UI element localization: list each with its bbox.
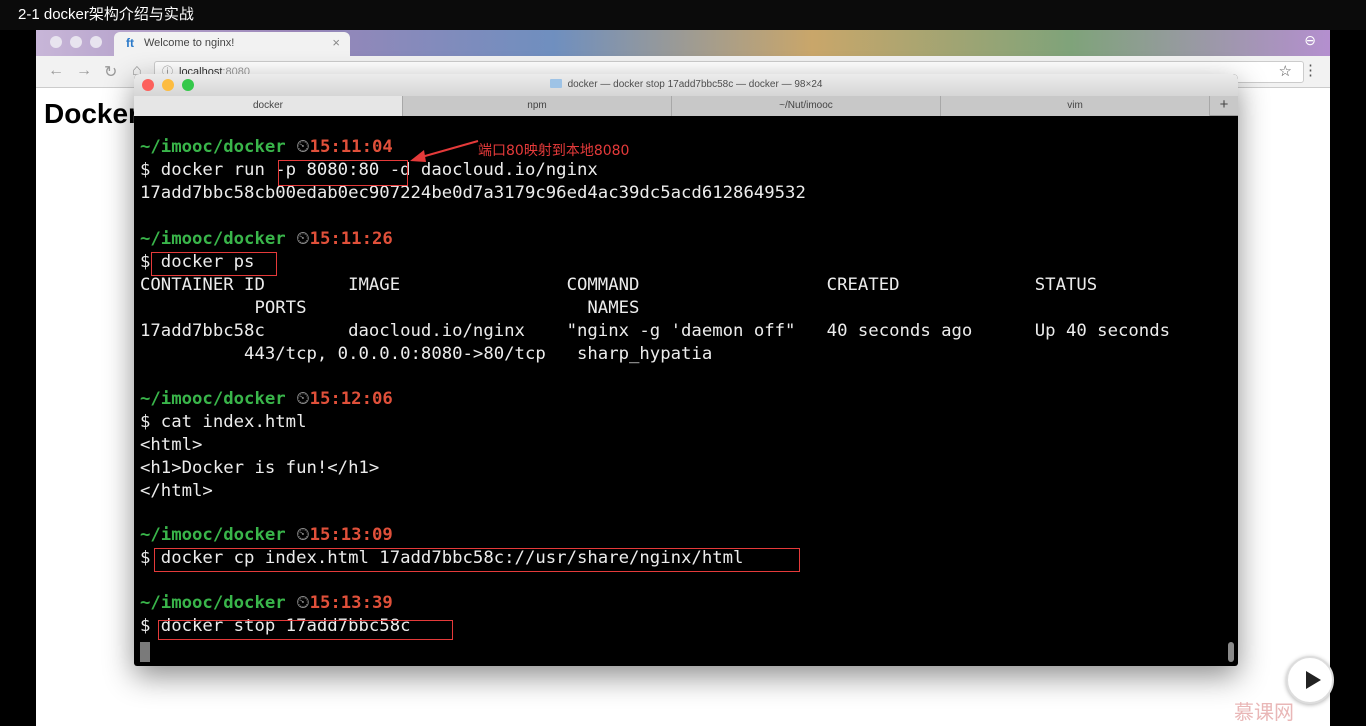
prompt-path: ~/imooc/docker — [140, 229, 286, 249]
output-line: 17add7bbc58cb00edab0ec907224be0d7a3179c9… — [140, 183, 806, 203]
prompt-time: 15:12:06 — [309, 389, 393, 409]
page-heading: Docker — [44, 98, 139, 129]
prompt-path: ~/imooc/docker — [140, 389, 286, 409]
watermark-logo: 慕课网 — [1234, 700, 1294, 724]
reload-icon[interactable]: ↻ — [104, 62, 117, 82]
more-menu-icon[interactable]: ⋮ — [1303, 61, 1318, 79]
clock-icon: ⏲ — [296, 525, 310, 545]
prompt-line: ~/imooc/docker ⏲15:11:04 — [140, 136, 393, 159]
terminal-tab-vim[interactable]: vim — [941, 96, 1210, 116]
prompt-line: ~/imooc/docker ⏲15:13:39 — [140, 592, 393, 615]
clock-icon: ⏲ — [296, 229, 310, 249]
output-line: CONTAINER ID IMAGE COMMAND CREATED STATU… — [140, 275, 1098, 295]
output-line: PORTS NAMES — [140, 298, 640, 318]
terminal-tab-imooc[interactable]: ~/Nut/imooc — [672, 96, 941, 116]
window-minimize-button[interactable] — [70, 36, 82, 48]
prompt-path: ~/imooc/docker — [140, 593, 286, 613]
add-tab-button[interactable]: + — [1210, 96, 1238, 115]
output-line: </html> — [140, 481, 213, 501]
clock-icon: ⏲ — [296, 137, 310, 157]
terminal-minimize-button[interactable] — [162, 79, 174, 91]
docker-stop-highlight-box — [158, 620, 453, 640]
prompt-time: 15:13:09 — [309, 525, 393, 545]
terminal-window[interactable]: docker — docker stop 17add7bbc58c — dock… — [134, 74, 1238, 666]
close-icon[interactable]: × — [332, 32, 340, 54]
window-zoom-button[interactable] — [90, 36, 102, 48]
prompt-line: ~/imooc/docker ⏲15:12:06 — [140, 388, 393, 411]
favicon-icon: ft — [126, 36, 134, 50]
clock-icon: ⏲ — [296, 389, 310, 409]
video-title: 2-1 docker架构介绍与实战 — [0, 0, 1366, 30]
prompt-path: ~/imooc/docker — [140, 137, 286, 157]
browser-tab[interactable]: ft Welcome to nginx! × — [114, 32, 350, 56]
docker-ps-highlight-box — [151, 252, 277, 276]
window-close-button[interactable] — [50, 36, 62, 48]
clock-icon: ⏲ — [296, 593, 310, 613]
prompt-line: ~/imooc/docker ⏲15:13:09 — [140, 524, 393, 547]
command-line: $ cat index.html — [140, 412, 307, 432]
output-line: 443/tcp, 0.0.0.0:8080->80/tcp sharp_hypa… — [140, 344, 713, 364]
back-icon[interactable]: ← — [48, 62, 64, 80]
prompt-path: ~/imooc/docker — [140, 525, 286, 545]
port-highlight-box — [278, 160, 408, 186]
prompt-time: 15:11:04 — [309, 137, 393, 157]
prompt-time: 15:11:26 — [309, 229, 393, 249]
output-line: <html> — [140, 435, 203, 455]
folder-icon — [549, 79, 562, 88]
docker-cp-highlight-box — [154, 548, 800, 572]
terminal-close-button[interactable] — [142, 79, 154, 91]
terminal-scrollbar[interactable] — [1228, 642, 1234, 662]
terminal-cursor — [140, 642, 150, 662]
terminal-zoom-button[interactable] — [182, 79, 194, 91]
bookmark-star-icon[interactable]: ☆ — [1279, 62, 1292, 80]
terminal-titlebar: docker — docker stop 17add7bbc58c — dock… — [134, 74, 1238, 96]
browser-tab-strip: ft Welcome to nginx! × ⊖ — [36, 30, 1330, 56]
forward-icon[interactable]: → — [76, 62, 92, 80]
browser-tab-title: Welcome to nginx! — [144, 37, 235, 49]
prompt-time: 15:13:39 — [309, 593, 393, 613]
terminal-tab-npm[interactable]: npm — [403, 96, 672, 116]
annotation-text: 端口80映射到本地8080 — [478, 143, 630, 159]
annotation-arrow-icon — [410, 140, 479, 162]
terminal-tab-bar: docker npm ~/Nut/imooc vim + — [134, 96, 1238, 116]
output-line: 17add7bbc58c daocloud.io/nginx "nginx -g… — [140, 321, 1171, 341]
minimize-icon[interactable]: ⊖ — [1304, 32, 1316, 49]
terminal-tab-docker[interactable]: docker — [134, 96, 403, 116]
terminal-title: docker — docker stop 17add7bbc58c — dock… — [567, 79, 823, 90]
output-line: <h1>Docker is fun!</h1> — [140, 458, 380, 478]
prompt-line: ~/imooc/docker ⏲15:11:26 — [140, 228, 393, 251]
